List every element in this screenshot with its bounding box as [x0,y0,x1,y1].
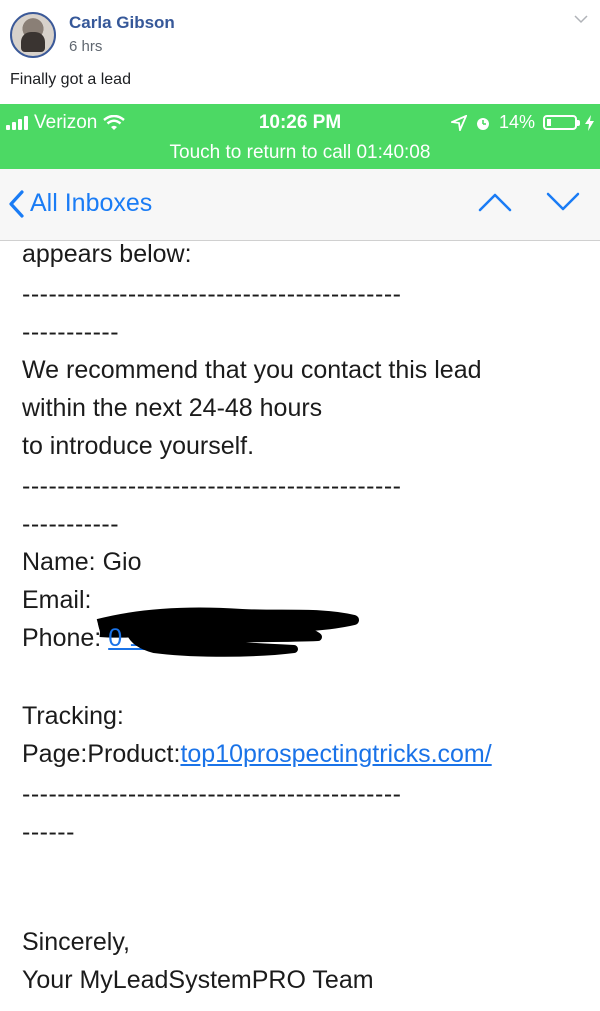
closing-salutation: Sincerely, [22,928,130,956]
chevron-left-icon [9,189,24,218]
page-label: Page:Product: [22,740,181,768]
email-signature: Your MyLeadSystemPRO Team [22,966,374,994]
separator-line: ----------------------------------------… [22,780,402,808]
tracking-label: Tracking: [22,702,124,730]
separator-line: ----------- [22,510,120,538]
email-body: appears below: -------------------------… [22,240,582,999]
charging-bolt-icon [585,114,594,131]
return-to-call-banner[interactable]: Touch to return to call 01:40:08 [0,142,600,164]
mail-navigation-bar: All Inboxes [0,169,600,241]
previous-message-button[interactable] [478,191,512,213]
post-header: Carla Gibson 6 hrs Finally got a lead [0,0,600,104]
back-button[interactable]: All Inboxes [8,189,152,218]
separator-line: ----------------------------------------… [22,472,402,500]
email-text-line: appears below: [22,240,192,268]
back-label: All Inboxes [30,189,153,217]
post-caption: Finally got a lead [10,71,131,88]
email-text-line: to introduce yourself. [22,432,255,460]
chevron-down-icon[interactable] [574,12,588,26]
lead-email-row: Email: [22,581,582,638]
tracking-page-row: Page:Product:top10prospectingtricks.com/ [22,735,582,773]
next-message-button[interactable] [546,191,580,213]
alarm-icon [476,117,489,130]
battery-icon [543,115,580,130]
battery-percent: 14% [498,112,535,132]
separator-line: ----------------------------------------… [22,280,402,308]
redaction-scribble [126,619,323,657]
post-author[interactable]: Carla Gibson [69,13,175,33]
battery-level [547,119,551,126]
email-label: Email: [22,586,99,614]
separator-line: ----------- [22,318,120,346]
call-status-bar[interactable]: Verizon 10:26 PM 14% Touch to return to … [0,104,600,169]
redacted-phone[interactable]: 0 1976479 [108,619,323,657]
email-text-line: We recommend that you contact this lead [22,356,482,384]
post-time[interactable]: 6 hrs [69,38,102,55]
separator-line: ------ [22,818,75,846]
email-text-line: within the next 24-48 hours [22,394,323,422]
right-status: 14% [450,112,594,133]
message-nav-arrows [478,191,580,213]
location-arrow-icon [450,114,467,131]
avatar[interactable] [10,12,56,58]
lead-name: Name: Gio [22,548,142,576]
tracking-link[interactable]: top10prospectingtricks.com/ [180,740,491,768]
